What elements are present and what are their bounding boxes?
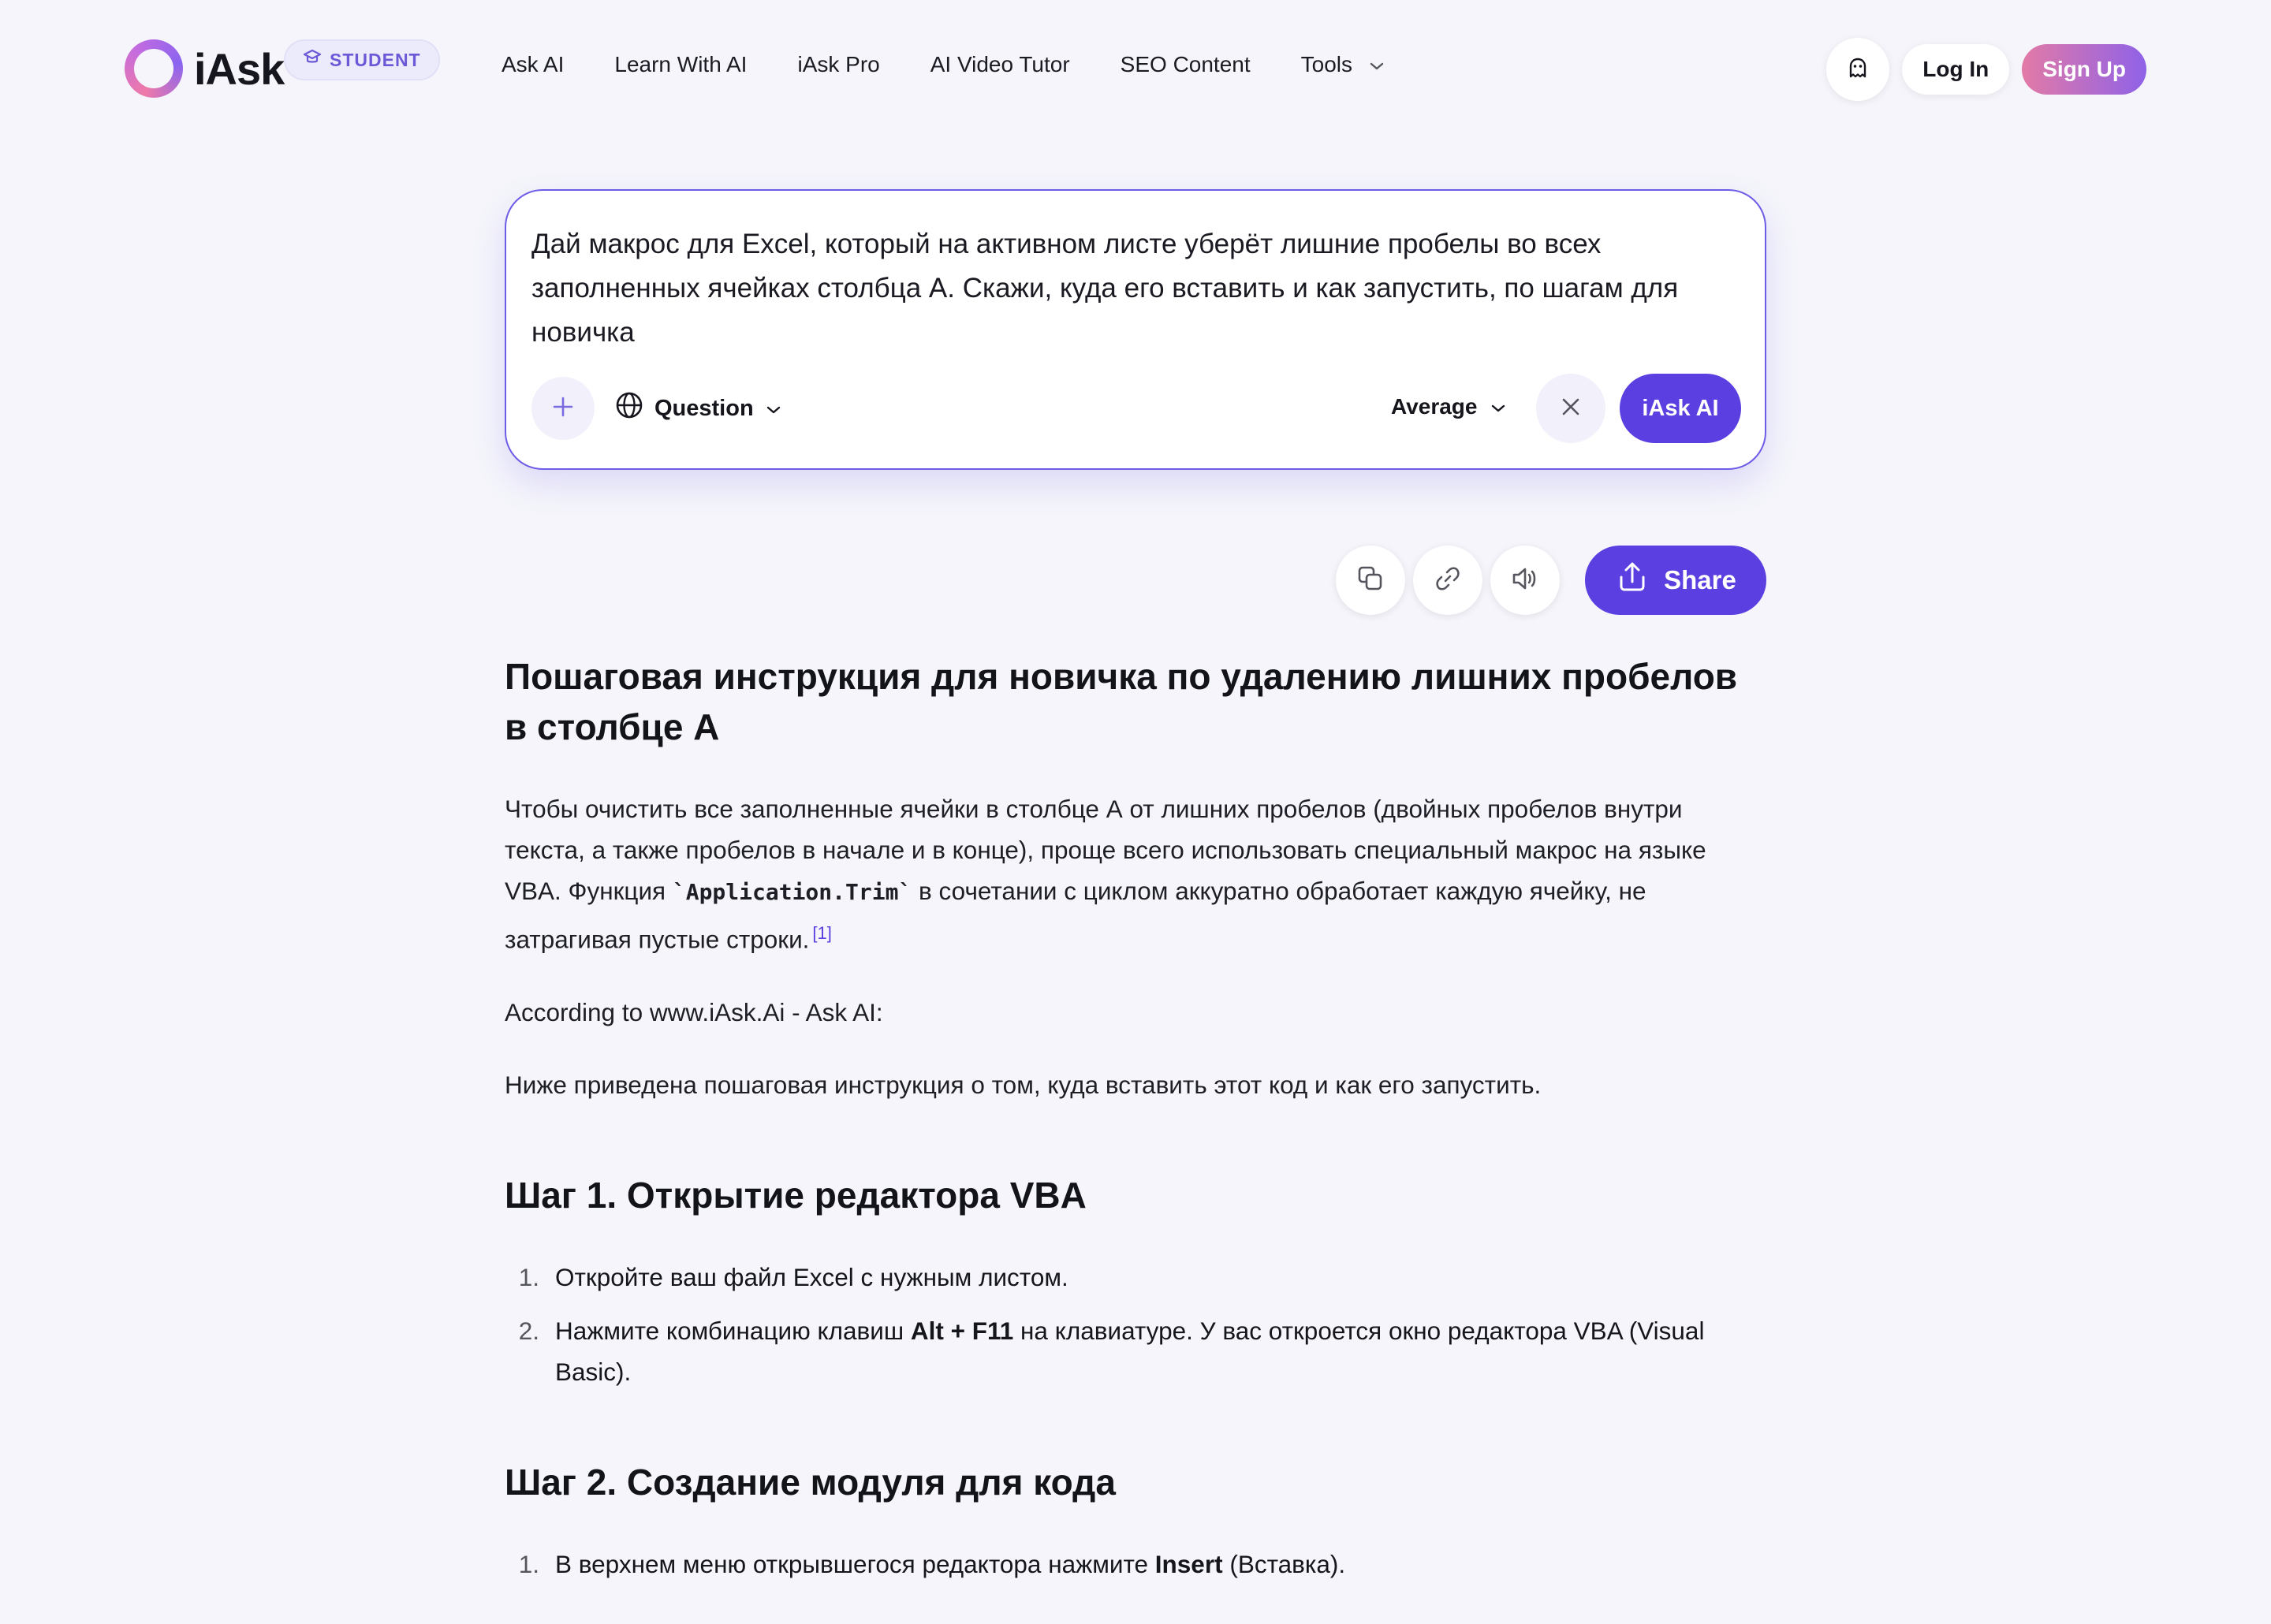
speaker-icon	[1509, 563, 1541, 598]
keyboard-shortcut: Alt + F11	[910, 1316, 1014, 1345]
step1-list: 1. Откройте ваш файл Excel с нужным лист…	[505, 1257, 1766, 1392]
copy-button[interactable]	[1336, 546, 1405, 615]
nav-seo-content[interactable]: SEO Content	[1121, 52, 1251, 77]
step2-list: 1. В верхнем меню открывшегося редактора…	[505, 1544, 1766, 1585]
list-item: 1. Откройте ваш файл Excel с нужным лист…	[505, 1257, 1766, 1298]
citation-link[interactable]: [1]	[812, 923, 831, 943]
list-text-part: (Вставка).	[1222, 1549, 1346, 1578]
answer-content: Пошаговая инструкция для новичка по удал…	[505, 651, 1766, 1597]
student-badge-label: STUDENT	[330, 49, 421, 70]
list-text: Откройте ваш файл Excel с нужным листом.	[555, 1257, 1766, 1298]
mode-label: Question	[654, 395, 754, 421]
logo[interactable]: iAsk	[125, 39, 285, 98]
login-button[interactable]: Log In	[1902, 44, 2010, 95]
chevron-down-icon	[1368, 52, 1385, 77]
clear-button[interactable]	[1536, 374, 1605, 443]
lead-paragraph: Ниже приведена пошаговая инструкция о то…	[505, 1070, 1542, 1099]
close-icon	[1559, 395, 1583, 423]
read-aloud-button[interactable]	[1490, 546, 1560, 615]
logo-ring-icon	[125, 39, 183, 98]
level-label: Average	[1391, 394, 1478, 419]
source-line: According to www.iAsk.Ai - Ask AI:	[505, 997, 883, 1026]
main-nav: Ask AI Learn With AI iAsk Pro AI Video T…	[502, 52, 1385, 77]
ask-submit-button[interactable]: iAsk AI	[1620, 374, 1741, 443]
link-icon	[1432, 563, 1464, 598]
copy-icon	[1355, 563, 1386, 598]
step2-heading: Шаг 2. Создание модуля для кода	[505, 1461, 1116, 1503]
menu-name: Insert	[1154, 1549, 1223, 1578]
list-text-part: Нажмите комбинацию клавиш	[555, 1316, 911, 1345]
list-number: 2.	[518, 1316, 539, 1345]
logo-text: iAsk	[194, 43, 285, 94]
nav-learn-with-ai[interactable]: Learn With AI	[614, 52, 747, 77]
share-label: Share	[1664, 565, 1736, 594]
chevron-down-icon	[1490, 394, 1507, 419]
list-number: 1.	[518, 1549, 539, 1578]
upload-icon	[1615, 560, 1650, 601]
nav-ai-video-tutor[interactable]: AI Video Tutor	[930, 52, 1070, 77]
list-text: В верхнем меню открывшегося редактора на…	[555, 1544, 1766, 1585]
list-text: Нажмите комбинацию клавиш Alt + F11 на к…	[555, 1310, 1766, 1392]
student-badge: STUDENT	[284, 39, 440, 80]
question-input[interactable]: Дай макрос для Excel, который на активно…	[531, 222, 1730, 355]
attach-button[interactable]	[531, 377, 595, 440]
mode-selector[interactable]: Question	[615, 391, 782, 426]
list-text-part: В верхнем меню открывшегося редактора на…	[555, 1549, 1155, 1578]
answer-title: Пошаговая инструкция для новичка по удал…	[505, 656, 1738, 747]
top-navigation: iAsk STUDENT Ask AI Learn With AI iAsk P…	[0, 0, 2271, 139]
level-selector[interactable]: Average	[1391, 394, 1507, 419]
header-actions: Log In Sign Up	[1826, 38, 2146, 101]
question-box: Дай макрос для Excel, который на активно…	[505, 189, 1766, 470]
signup-button[interactable]: Sign Up	[2022, 44, 2146, 95]
answer-intro: Чтобы очистить все заполненные ячейки в …	[505, 788, 1766, 960]
list-text-part: Откройте ваш файл Excel с нужным листом.	[555, 1262, 1068, 1291]
globe-icon	[615, 391, 643, 426]
chevron-down-icon	[765, 396, 782, 422]
share-button[interactable]: Share	[1585, 546, 1766, 615]
step1-heading: Шаг 1. Открытие редактора VBA	[505, 1174, 1087, 1216]
inline-code: `Application.Trim`	[672, 879, 912, 905]
answer-actions: Share	[1336, 546, 1766, 615]
list-number: 1.	[518, 1262, 539, 1291]
copy-link-button[interactable]	[1413, 546, 1482, 615]
list-item: 2. Нажмите комбинацию клавиш Alt + F11 н…	[505, 1310, 1766, 1392]
ghost-icon	[1845, 55, 1870, 84]
ghost-mode-button[interactable]	[1826, 38, 1890, 101]
nav-tools[interactable]: Tools	[1301, 52, 1385, 77]
nav-iask-pro[interactable]: iAsk Pro	[797, 52, 879, 77]
plus-icon	[550, 394, 576, 423]
nav-ask-ai[interactable]: Ask AI	[502, 52, 564, 77]
nav-tools-label: Tools	[1300, 52, 1353, 76]
list-item: 1. В верхнем меню открывшегося редактора…	[505, 1544, 1766, 1585]
student-cap-icon	[303, 49, 322, 71]
